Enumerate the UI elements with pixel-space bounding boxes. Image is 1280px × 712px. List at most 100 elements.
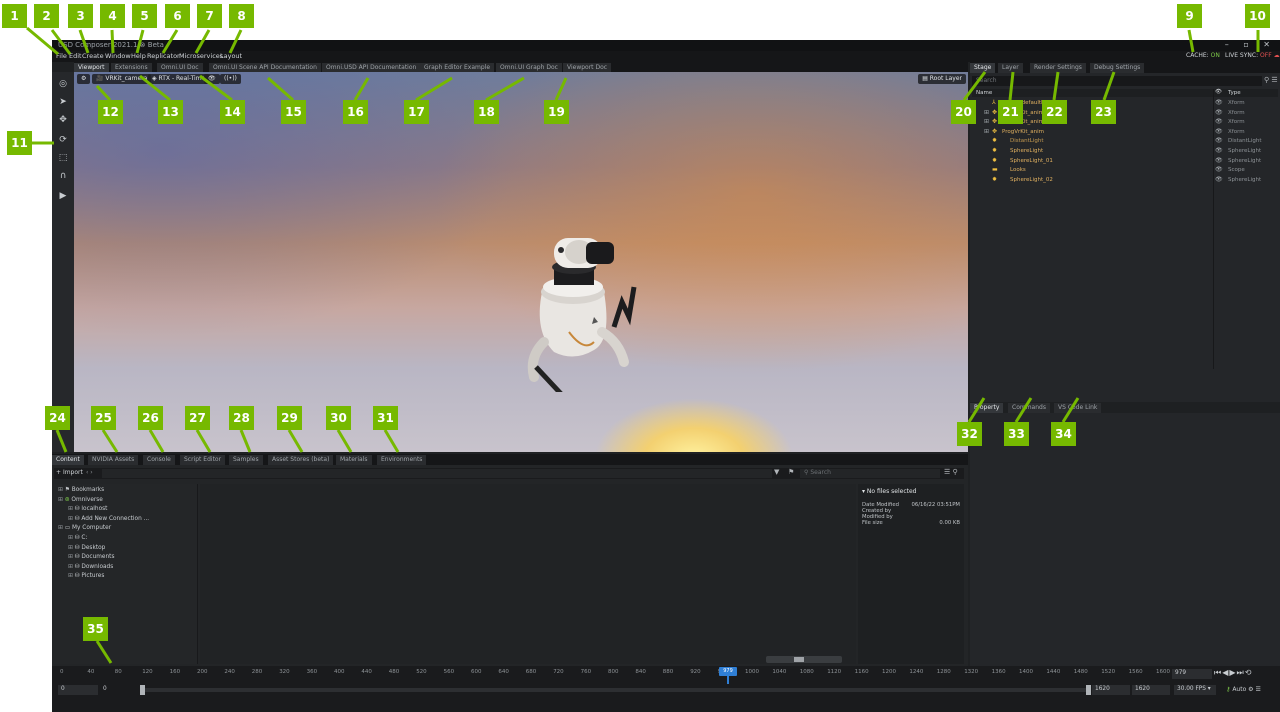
path-field[interactable] xyxy=(102,469,772,478)
menu-layout[interactable]: Layout xyxy=(220,52,242,60)
tab-layer[interactable]: Layer xyxy=(998,63,1023,73)
thumbnail-size-slider[interactable] xyxy=(766,656,842,663)
start-frame-field[interactable]: 0 xyxy=(58,685,98,695)
menu-create[interactable]: Create xyxy=(82,52,104,60)
tree-item[interactable]: ⊞ ⛁ Documents xyxy=(68,554,114,560)
expand-icon[interactable]: ⊞ xyxy=(58,487,65,493)
filter-dropdown-icon[interactable]: ▼ xyxy=(774,468,779,476)
tab-asset-stores[interactable]: Asset Stores (beta) xyxy=(268,455,334,465)
root-layer-chip[interactable]: ▤ Root Layer xyxy=(918,74,966,84)
range-end-field[interactable]: 1620 xyxy=(1092,685,1130,695)
stage-row[interactable]: ✸ DistantLight 👁 DistantLight xyxy=(972,137,1278,147)
tree-item[interactable]: ⊞ ▭ My Computer xyxy=(58,525,111,531)
file-grid[interactable] xyxy=(200,484,856,664)
tab-property[interactable]: Property xyxy=(970,403,1004,413)
expand-icon[interactable]: ⊞ xyxy=(68,506,75,512)
tree-item[interactable]: ⊞ ⛁ Pictures xyxy=(68,573,104,579)
menu-edit[interactable]: Edit xyxy=(69,52,82,60)
tree-item[interactable]: ⊞ ⚑ Bookmarks xyxy=(58,487,104,493)
timeline-ruler[interactable]: 0 40 80 120 160 200 240 280 320 360 400 440 480 520 56… xyxy=(60,667,1170,679)
expand-icon[interactable]: ⊞ xyxy=(68,554,75,560)
timeline[interactable]: 0 40 80 120 160 200 240 280 320 360 400 440 480 520 56… xyxy=(52,666,1280,712)
expand-icon[interactable]: ⊞ xyxy=(58,525,65,531)
tab-materials[interactable]: Materials xyxy=(336,455,372,465)
expand-icon[interactable]: ⊞ xyxy=(68,564,75,570)
scale-icon[interactable]: ⬚ xyxy=(56,152,70,164)
select-icon[interactable]: ➤ xyxy=(56,96,70,108)
move-icon[interactable]: ✥ xyxy=(56,114,70,126)
stage-row[interactable]: ✸ SphereLight_02 👁 SphereLight xyxy=(972,176,1278,186)
expand-icon[interactable]: ⊞ xyxy=(58,497,65,503)
tab-content[interactable]: Content xyxy=(52,455,84,465)
expand-icon[interactable]: ⊞ xyxy=(68,573,75,579)
fps-dropdown[interactable]: 30.00 FPS ▾ xyxy=(1174,685,1216,695)
tab-stage[interactable]: Stage xyxy=(970,63,996,73)
menu-microservices[interactable]: Microservices xyxy=(179,52,223,60)
bookmark-icon[interactable]: ⚑ xyxy=(788,468,794,476)
tab-environments[interactable]: Environments xyxy=(377,455,427,465)
tab-debug-settings[interactable]: Debug Settings xyxy=(1090,63,1145,73)
tab-commands[interactable]: Commands xyxy=(1008,403,1050,413)
visibility-eye-icon[interactable]: 👁 xyxy=(1215,176,1223,183)
camera-icon[interactable]: ◎ xyxy=(56,78,70,90)
tab-script-editor[interactable]: Script Editor xyxy=(180,455,226,465)
menu-replicator[interactable]: Replicator xyxy=(147,52,180,60)
playhead[interactable]: 979 xyxy=(719,667,737,676)
playback-controls[interactable]: ⏮◀▶⏭⟲ xyxy=(1214,668,1252,678)
filter-icon[interactable]: ⚲ ☰ xyxy=(1264,76,1278,84)
list-view-icon[interactable]: ☰ ⚲ xyxy=(944,468,958,476)
visibility-eye-icon[interactable]: 👁 xyxy=(1215,128,1223,135)
viewport-settings-gear-icon[interactable]: ⚙ xyxy=(77,74,91,84)
visibility-eye-icon[interactable]: 👁 xyxy=(1215,147,1223,154)
end-frame-field[interactable]: 1620 xyxy=(1132,685,1170,695)
auto-key-toggle[interactable]: ⚷ Auto ⚙ ☰ xyxy=(1226,686,1261,693)
content-search-input[interactable]: ⚲ Search xyxy=(800,469,940,478)
snap-icon[interactable]: ∩ xyxy=(56,170,70,182)
visibility-eye-icon[interactable]: 👁 xyxy=(204,74,220,84)
window-controls[interactable]: – ▫ ✕ xyxy=(1225,40,1276,49)
stage-row[interactable]: ⊞ ✥ ProgVrKit_anim 👁 Xform xyxy=(972,128,1278,138)
stage-row[interactable]: ✸ SphereLight_01 👁 SphereLight xyxy=(972,157,1278,167)
tab-samples[interactable]: Samples xyxy=(229,455,263,465)
menu-help[interactable]: Help xyxy=(131,52,146,60)
expand-icon[interactable]: ⊞ xyxy=(984,128,989,135)
visibility-eye-icon[interactable]: 👁 xyxy=(1215,137,1223,144)
camera-selector[interactable]: 🎥 VRKit_camera xyxy=(92,74,152,84)
tab-render-settings[interactable]: Render Settings xyxy=(1030,63,1086,73)
range-slider[interactable] xyxy=(140,688,1086,692)
viewport[interactable]: ⚙ 🎥 VRKit_camera ◈ RTX - Real-Time 👁 ((•… xyxy=(74,72,968,452)
menu-file[interactable]: File xyxy=(56,52,67,60)
stage-row[interactable]: ▬ Looks 👁 Scope xyxy=(972,166,1278,176)
expand-icon[interactable]: ⊞ xyxy=(68,545,75,551)
viewport-overlay-button[interactable]: ((•)) xyxy=(220,74,241,84)
tree-item[interactable]: ⊞ ⛁ Desktop xyxy=(68,545,105,551)
expand-icon[interactable]: ⊞ xyxy=(984,118,989,125)
live-sync-status[interactable]: LIVE SYNC: OFF ☁ xyxy=(1225,52,1280,59)
range-start-field[interactable]: 0 xyxy=(100,685,140,695)
renderer-selector[interactable]: ◈ RTX - Real-Time xyxy=(148,74,210,84)
visibility-eye-icon[interactable]: 👁 xyxy=(1215,118,1223,125)
play-icon[interactable]: ▶ xyxy=(56,190,70,202)
stage-col-name[interactable]: Name xyxy=(976,90,992,96)
rotate-icon[interactable]: ⟳ xyxy=(56,134,70,146)
tree-item[interactable]: ⊞ ⛁ C: xyxy=(68,535,87,541)
visibility-eye-icon[interactable]: 👁 xyxy=(1215,157,1223,164)
stage-search-input[interactable]: Search xyxy=(972,76,1262,86)
tab-console[interactable]: Console xyxy=(143,455,175,465)
expand-icon[interactable]: ⊞ xyxy=(984,109,989,116)
tree-item[interactable]: ⊞ ⛁ Downloads xyxy=(68,564,113,570)
stage-row[interactable]: ✸ SphereLight 👁 SphereLight xyxy=(972,147,1278,157)
cache-status[interactable]: CACHE: ON xyxy=(1186,52,1220,59)
tab-nvidia-assets[interactable]: NVIDIA Assets xyxy=(88,455,139,465)
expand-icon[interactable]: ⊞ xyxy=(68,535,75,541)
tree-item[interactable]: ⊞ ⛁ Add New Connection ... xyxy=(68,516,149,522)
tree-item[interactable]: ⊞ ⛁ localhost xyxy=(68,506,107,512)
tree-item[interactable]: ⊞ ⊛ Omniverse xyxy=(58,497,103,503)
tab-vs-code-link[interactable]: VS Code Link xyxy=(1054,403,1102,413)
import-button[interactable]: + Import xyxy=(56,469,83,476)
visibility-eye-icon[interactable]: 👁 xyxy=(1215,99,1223,106)
current-frame-field[interactable]: 979 xyxy=(1172,669,1212,679)
range-start-handle[interactable] xyxy=(140,685,145,695)
nav-arrows[interactable]: ‹ › xyxy=(86,469,93,476)
stage-col-type[interactable]: Type xyxy=(1228,90,1241,96)
